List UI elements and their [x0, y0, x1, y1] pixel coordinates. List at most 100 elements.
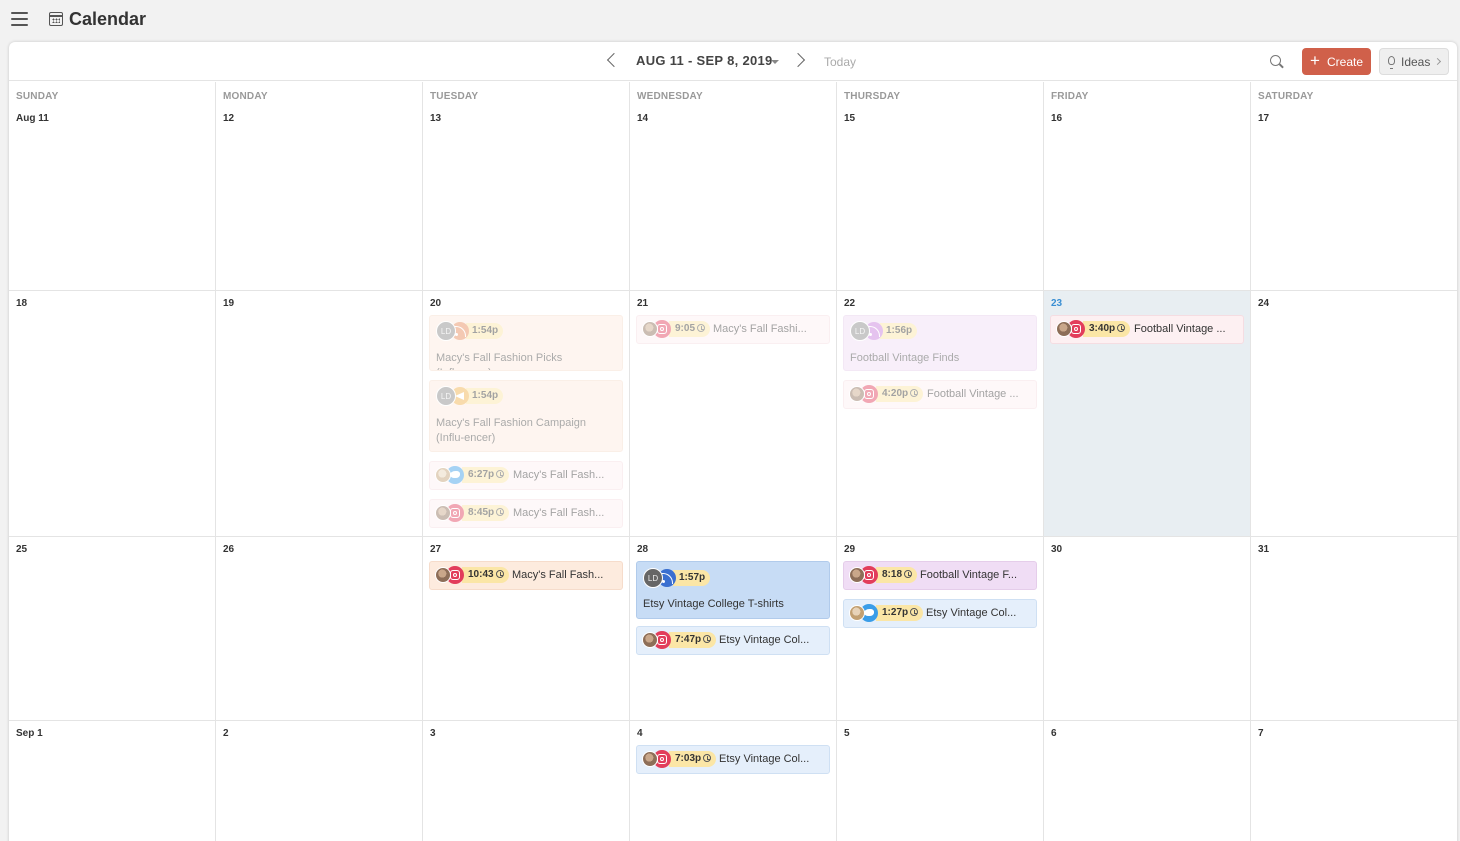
event-card[interactable]: 9:05 Macy's Fall Fashi... — [636, 315, 830, 344]
day-cell[interactable]: TUESDAY 13 — [423, 82, 630, 291]
day-number: 31 — [1258, 544, 1270, 555]
day-cell-today[interactable]: 23 3:40p Football Vintage ... — [1044, 291, 1251, 537]
event-card[interactable]: 3:40p Football Vintage ... — [1050, 315, 1244, 344]
day-number: 4 — [637, 728, 643, 739]
clock-icon — [703, 635, 712, 643]
user-avatar — [849, 386, 865, 402]
weekday-header: FRIDAY — [1051, 91, 1089, 102]
day-number: 26 — [223, 544, 235, 555]
ideas-button-label: Ideas — [1401, 55, 1431, 69]
day-number: 24 — [1258, 298, 1270, 309]
event-card[interactable]: LD 1:57p Etsy Vintage College T-shirts — [636, 561, 830, 619]
day-cell[interactable]: 21 9:05 Macy's Fall Fashi... — [630, 291, 837, 537]
weekday-header: WEDNESDAY — [637, 91, 703, 102]
top-bar: Calendar — [0, 0, 1460, 40]
event-title: Macy's Fall Fash... — [512, 569, 604, 581]
weekday-header: MONDAY — [223, 91, 268, 102]
event-card[interactable]: 1:27p Etsy Vintage Col... — [843, 599, 1037, 628]
event-time: 8:45p — [462, 505, 510, 521]
chevron-right-icon[interactable] — [790, 52, 806, 68]
day-cell[interactable]: 28 LD 1:57p Etsy Vintage College T-shirt… — [630, 537, 837, 721]
day-cell[interactable]: 18 — [9, 291, 216, 537]
clock-icon — [496, 470, 505, 478]
chevron-right-icon — [1433, 57, 1442, 66]
user-avatar — [642, 751, 658, 767]
event-card[interactable]: 7:03p Etsy Vintage Col... — [636, 745, 830, 774]
event-time: 1:54p — [466, 323, 504, 339]
day-cell[interactable]: 7 — [1251, 721, 1457, 841]
event-title: Football Vintage F... — [920, 569, 1018, 581]
event-time: 3:40p — [1083, 321, 1131, 337]
day-number: 15 — [844, 113, 856, 124]
day-cell[interactable]: 20 LD 1:54p Macy's Fall Fashion Picks (I… — [423, 291, 630, 537]
day-cell[interactable]: 27 10:43 Macy's Fall Fash... — [423, 537, 630, 721]
day-cell[interactable]: 19 — [216, 291, 423, 537]
user-avatar — [1056, 321, 1072, 337]
event-card[interactable]: LD 1:54p Macy's Fall Fashion Campaign (I… — [429, 380, 623, 452]
user-avatar-ld: LD — [850, 321, 870, 341]
event-time: 8:18 — [876, 567, 918, 583]
user-avatar-ld: LD — [436, 386, 456, 406]
day-cell[interactable]: 24 — [1251, 291, 1457, 537]
event-card[interactable]: 6:27p Macy's Fall Fash... — [429, 461, 623, 490]
day-number: 5 — [844, 728, 850, 739]
day-cell[interactable]: 3 — [423, 721, 630, 841]
day-cell[interactable]: 30 — [1044, 537, 1251, 721]
caret-down-icon[interactable] — [771, 60, 779, 64]
event-card[interactable]: 8:18 Football Vintage F... — [843, 561, 1037, 590]
event-card[interactable]: 8:45p Macy's Fall Fash... — [429, 499, 623, 528]
event-title: Football Vintage ... — [1134, 323, 1226, 335]
day-cell[interactable]: FRIDAY 16 — [1044, 82, 1251, 291]
day-cell[interactable]: 31 — [1251, 537, 1457, 721]
chevron-left-icon[interactable] — [606, 52, 622, 68]
create-button[interactable]: + Create — [1302, 48, 1371, 75]
day-cell[interactable]: WEDNESDAY 14 — [630, 82, 837, 291]
day-cell[interactable]: Sep 1 — [9, 721, 216, 841]
clock-icon — [904, 570, 913, 578]
clock-icon — [697, 324, 706, 332]
day-cell[interactable]: 6 — [1044, 721, 1251, 841]
day-cell[interactable]: 26 — [216, 537, 423, 721]
event-title: Etsy Vintage Col... — [926, 607, 1017, 619]
event-card[interactable]: 7:47p Etsy Vintage Col... — [636, 626, 830, 655]
event-title: Macy's Fall Fashi... — [713, 323, 807, 335]
day-cell[interactable]: MONDAY 12 — [216, 82, 423, 291]
day-cell[interactable]: SATURDAY 17 — [1251, 82, 1457, 291]
event-card[interactable]: 4:20p Football Vintage ... — [843, 380, 1037, 409]
day-cell[interactable]: 22 LD 1:56p Football Vintage Finds 4:20p… — [837, 291, 1044, 537]
event-title: Etsy Vintage College T-shirts — [643, 598, 784, 610]
ideas-button[interactable]: Ideas — [1379, 48, 1449, 75]
calendar-toolbar: AUG 11 - SEP 8, 2019 Today + Create Idea… — [9, 42, 1457, 81]
month-grid: SUNDAY Aug 11 MONDAY 12 TUESDAY 13 WEDNE… — [9, 82, 1457, 841]
day-cell[interactable]: THURSDAY 15 — [837, 82, 1044, 291]
event-time: 7:03p — [669, 751, 717, 767]
user-avatar — [435, 567, 451, 583]
event-card[interactable]: LD 1:56p Football Vintage Finds — [843, 315, 1037, 371]
weekday-header: THURSDAY — [844, 91, 901, 102]
calendar-icon — [49, 12, 63, 26]
day-cell[interactable]: 29 8:18 Football Vintage F... 1:27p Etsy… — [837, 537, 1044, 721]
menu-icon[interactable] — [11, 12, 28, 26]
day-cell[interactable]: 4 7:03p Etsy Vintage Col... — [630, 721, 837, 841]
day-number: 7 — [1258, 728, 1264, 739]
event-card[interactable]: 10:43 Macy's Fall Fash... — [429, 561, 623, 590]
day-number: 20 — [430, 298, 442, 309]
event-title: Etsy Vintage Col... — [719, 753, 810, 765]
day-number: 2 — [223, 728, 229, 739]
day-cell[interactable]: 5 — [837, 721, 1044, 841]
search-icon[interactable] — [1270, 55, 1281, 66]
day-cell[interactable]: 25 — [9, 537, 216, 721]
clock-icon — [495, 570, 504, 578]
event-time: 1:27p — [876, 605, 924, 621]
date-range-selector[interactable]: AUG 11 - SEP 8, 2019 — [636, 53, 773, 68]
day-number: 30 — [1051, 544, 1063, 555]
clock-icon — [496, 508, 505, 516]
event-card[interactable]: LD 1:54p Macy's Fall Fashion Picks (Infl… — [429, 315, 623, 371]
event-time: 4:20p — [876, 386, 924, 402]
user-avatar — [435, 467, 451, 483]
day-cell[interactable]: 2 — [216, 721, 423, 841]
event-title: Macy's Fall Fashion Campaign (Influ-ence… — [436, 417, 587, 444]
today-button[interactable]: Today — [824, 55, 856, 69]
day-cell[interactable]: SUNDAY Aug 11 — [9, 82, 216, 291]
day-number: 19 — [223, 298, 235, 309]
